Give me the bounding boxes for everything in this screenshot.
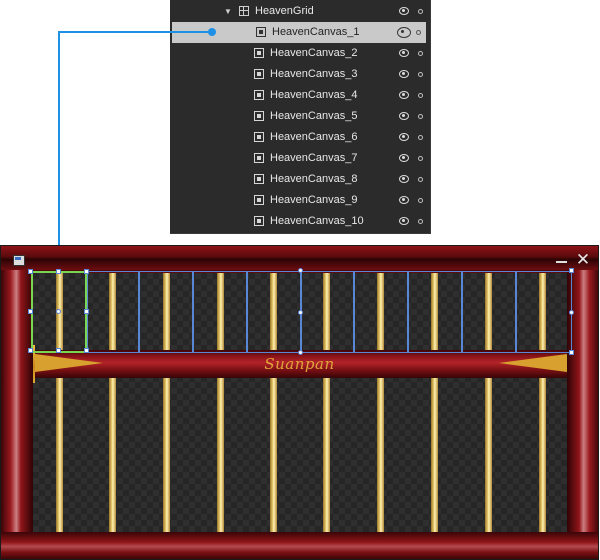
tree-row-label: HeavenCanvas_2 (270, 47, 358, 59)
earth-rod (431, 378, 438, 532)
pivot-handle[interactable] (56, 309, 61, 314)
grid-icon (239, 6, 249, 16)
resize-handle[interactable] (298, 310, 303, 315)
tree-row-heaven-canvas-2[interactable]: HeavenCanvas_2 (170, 43, 430, 64)
canvas-icon (256, 27, 266, 37)
expand-arrow-icon[interactable]: ▼ (224, 1, 232, 22)
eye-icon[interactable] (399, 49, 409, 57)
resize-handle[interactable] (28, 269, 33, 274)
canvas-icon (254, 111, 264, 121)
title-bar[interactable]: ✕ (1, 246, 598, 270)
resize-handle[interactable] (84, 309, 89, 314)
canvas-icon (254, 90, 264, 100)
resize-handle[interactable] (56, 348, 61, 353)
lock-dot-icon[interactable] (418, 198, 423, 203)
beam-arrow-right (499, 354, 567, 372)
grid-column-divider[interactable] (461, 271, 463, 353)
canvas-icon (254, 48, 264, 58)
eye-icon[interactable] (399, 7, 409, 15)
beam-arrow-left (35, 354, 103, 372)
earth-rod (485, 378, 492, 532)
canvas-icon (254, 195, 264, 205)
tree-row-heaven-canvas-5[interactable]: HeavenCanvas_5 (170, 106, 430, 127)
earth-rod (217, 378, 224, 532)
eye-icon[interactable] (397, 27, 411, 38)
canvas-icon (254, 69, 264, 79)
lock-dot-icon[interactable] (418, 72, 423, 77)
eye-icon[interactable] (399, 196, 409, 204)
lock-dot-icon[interactable] (418, 93, 423, 98)
eye-icon[interactable] (399, 154, 409, 162)
resize-handle[interactable] (84, 269, 89, 274)
minimize-icon[interactable] (556, 261, 567, 263)
tree-row-label: HeavenCanvas_10 (270, 215, 364, 227)
connector-line-horizontal (58, 31, 213, 33)
earth-rod (539, 378, 546, 532)
lock-dot-icon[interactable] (416, 30, 421, 35)
tree-row-label: HeavenCanvas_7 (270, 152, 358, 164)
tree-row-label: HeavenCanvas_4 (270, 89, 358, 101)
eye-icon[interactable] (399, 112, 409, 120)
tree-row-heaven-canvas-4[interactable]: HeavenCanvas_4 (170, 85, 430, 106)
earth-rod (163, 378, 170, 532)
lock-dot-icon[interactable] (418, 9, 423, 14)
resize-handle[interactable] (56, 269, 61, 274)
connector-line-vertical (58, 31, 60, 272)
tree-row-heaven-canvas-8[interactable]: HeavenCanvas_8 (170, 169, 430, 190)
tree-row-heaven-canvas-3[interactable]: HeavenCanvas_3 (170, 64, 430, 85)
grid-column-divider[interactable] (192, 271, 194, 353)
eye-icon[interactable] (399, 70, 409, 78)
earth-rod (323, 378, 330, 532)
grid-column-divider[interactable] (515, 271, 517, 353)
canvas-icon (254, 174, 264, 184)
tree-row-label: HeavenCanvas_6 (270, 131, 358, 143)
resize-handle[interactable] (298, 350, 303, 355)
grid-column-divider[interactable] (353, 271, 355, 353)
tree-row-heaven-canvas-9[interactable]: HeavenCanvas_9 (170, 190, 430, 211)
close-icon[interactable]: ✕ (571, 251, 595, 268)
lock-dot-icon[interactable] (418, 177, 423, 182)
grid-column-divider[interactable] (407, 271, 409, 353)
tree-row-label: HeavenCanvas_5 (270, 110, 358, 122)
resize-handle[interactable] (569, 268, 574, 273)
tree-row-label: HeavenCanvas_1 (272, 26, 360, 38)
tree-row-heaven-canvas-7[interactable]: HeavenCanvas_7 (170, 148, 430, 169)
resize-handle[interactable] (569, 350, 574, 355)
lock-dot-icon[interactable] (418, 51, 423, 56)
resize-handle[interactable] (28, 309, 33, 314)
lock-dot-icon[interactable] (418, 156, 423, 161)
earth-rod (56, 378, 63, 532)
tree-row-heaven-canvas-10[interactable]: HeavenCanvas_10 (170, 211, 430, 232)
canvas-icon (254, 153, 264, 163)
eye-icon[interactable] (399, 175, 409, 183)
tree-row-label: HeavenCanvas_8 (270, 173, 358, 185)
eye-icon[interactable] (399, 217, 409, 225)
frame-bottom (1, 532, 598, 559)
tree-row-heaven-grid[interactable]: ▼ HeavenGrid (170, 1, 430, 22)
eye-icon[interactable] (399, 133, 409, 141)
tree-row-heaven-canvas-6[interactable]: HeavenCanvas_6 (170, 127, 430, 148)
lock-dot-icon[interactable] (418, 219, 423, 224)
earth-rod (109, 378, 116, 532)
resize-handle[interactable] (28, 348, 33, 353)
grid-column-divider[interactable] (246, 271, 248, 353)
tree-row-label: HeavenGrid (255, 5, 314, 17)
lock-dot-icon[interactable] (418, 135, 423, 140)
tree-row-label: HeavenCanvas_3 (270, 68, 358, 80)
resize-handle[interactable] (569, 310, 574, 315)
canvas-icon (254, 216, 264, 226)
suanpan-window: ✕ Suanpan (0, 245, 599, 560)
earth-rod (270, 378, 277, 532)
resize-handle[interactable] (84, 348, 89, 353)
eye-icon[interactable] (399, 91, 409, 99)
canvas-icon (254, 132, 264, 142)
tree-row-label: HeavenCanvas_9 (270, 194, 358, 206)
connector-dot (208, 28, 216, 36)
resize-handle[interactable] (298, 268, 303, 273)
lock-dot-icon[interactable] (418, 114, 423, 119)
window-icon (13, 255, 25, 266)
earth-rod (377, 378, 384, 532)
grid-column-divider[interactable] (138, 271, 140, 353)
